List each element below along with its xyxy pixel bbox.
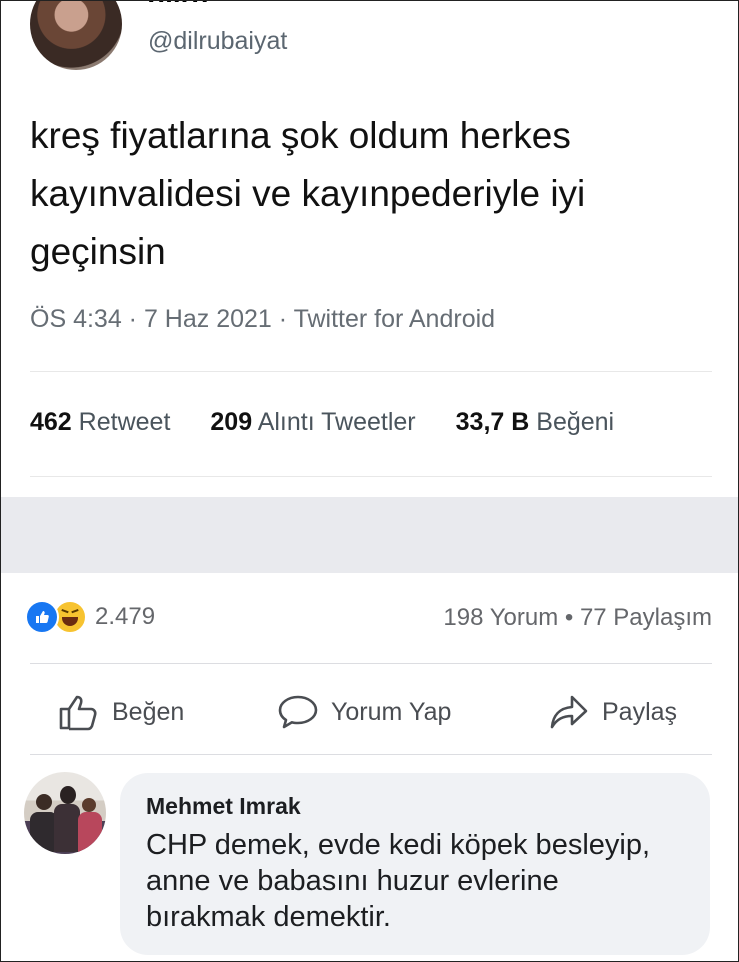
tweet-divider-bottom <box>30 476 712 477</box>
retweet-label: Retweet <box>78 408 171 436</box>
shares-count-link[interactable]: 77 Paylaşım <box>580 604 712 631</box>
tweet-author-avatar[interactable] <box>30 0 122 70</box>
comments-count-link[interactable]: 198 Yorum <box>443 604 558 631</box>
speech-bubble-icon <box>278 695 318 729</box>
quote-label: Alıntı Tweetler <box>257 408 416 436</box>
tweet-meta: ÖS 4:34 · 7 Haz 2021 · Twitter for Andro… <box>30 305 496 333</box>
comment-text: CHP demek, evde kedi köpek besleyip, ann… <box>146 829 651 933</box>
reaction-count: 2.479 <box>95 603 156 630</box>
thumbs-up-icon <box>59 695 97 731</box>
quote-stat[interactable]: 209 Alıntı Tweetler <box>210 408 415 437</box>
share-arrow-icon <box>550 695 588 729</box>
like-button[interactable]: Beğen <box>58 692 184 732</box>
commenter-avatar[interactable] <box>24 772 106 854</box>
section-separator-band <box>0 497 739 573</box>
retweet-stat[interactable]: 462 Retweet <box>30 408 170 437</box>
tweet-author-handle[interactable]: @dilrubaiyat <box>148 27 287 56</box>
share-button-label: Paylaş <box>602 697 678 726</box>
like-stat[interactable]: 33,7 B Beğeni <box>456 408 614 437</box>
meta-separator: • <box>564 604 574 631</box>
tweet-text: kreş fiyatlarına şok oldum herkes kayınv… <box>30 115 586 272</box>
quote-count: 209 <box>210 408 253 436</box>
reactions-summary[interactable]: 2.479 <box>25 600 155 634</box>
comment-button-label: Yorum Yap <box>331 697 452 726</box>
tweet-stats: 462 Retweet 209 Alıntı Tweetler 33,7 B B… <box>30 408 720 437</box>
comment-button[interactable]: Yorum Yap <box>277 692 451 732</box>
commenter-name[interactable]: Mehmet Imrak <box>146 793 301 820</box>
actions-divider <box>30 754 712 755</box>
like-count: 33,7 B <box>455 408 530 436</box>
tweet-author-name[interactable]: dilru <box>148 0 209 2</box>
retweet-count: 462 <box>30 408 72 436</box>
tweet-divider <box>30 371 712 372</box>
like-icon <box>25 600 59 634</box>
like-label: Beğeni <box>536 408 615 436</box>
post-engagement-meta: 198 Yorum • 77 Paylaşım <box>443 604 712 632</box>
like-button-label: Beğen <box>112 697 185 726</box>
post-divider <box>30 663 712 664</box>
share-button[interactable]: Paylaş <box>548 692 677 732</box>
